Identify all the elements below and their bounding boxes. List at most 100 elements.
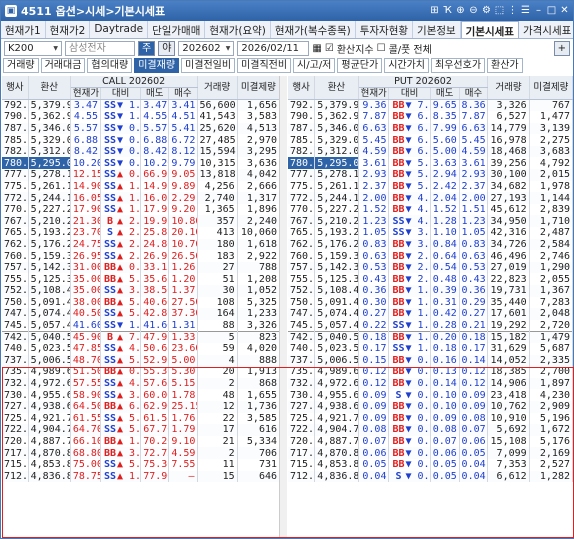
call-row[interactable]: 730.04,955.6658.90SS▲ 3.4060.001.78481,6… <box>2 389 281 401</box>
put-row[interactable]: 715.04,853.830.05BB▼ 0.340.050.047,3532,… <box>288 458 574 471</box>
call-row[interactable]: 787.55,346.005.57SS▼ 0.985.575.4125,6204… <box>2 122 281 135</box>
tab-3[interactable]: 단일가매매 <box>148 21 206 38</box>
call-row[interactable]: 772.55,244.1716.05SS▲ 1.2016.052.292,740… <box>2 192 281 204</box>
call-row[interactable]: 770.05,227.2017.90SS▲ 1.1017.959.201,365… <box>2 203 281 216</box>
put-row[interactable]: 782.55,312.064.59BB▼ 6.215.004.5918,4683… <box>288 145 574 158</box>
filter-button-3[interactable]: 미결재량 <box>134 58 180 73</box>
put-row[interactable]: 777.55,278.112.93BB▼ 5.502.942.9330,1002… <box>288 169 574 181</box>
put-row[interactable]: 775.05,261.142.37BB▼ 5.122.422.3734,6821… <box>288 180 574 193</box>
call-row[interactable]: 715.04,853.8375.00SS▲ 5.8075.307.5511731 <box>2 458 281 471</box>
put-row[interactable]: 720.04,887.770.07BB▼ 0.450.070.0615,1085… <box>288 435 574 448</box>
call-row[interactable]: 727.54,938.6864.50BB▲ 6.7062.9025.15121,… <box>2 400 281 413</box>
tab-4[interactable]: 현재가(요약) <box>205 21 271 38</box>
call-row[interactable]: 725.04,921.7161.55SS▲ 5.5561.551.76223,5… <box>2 412 281 425</box>
put-row[interactable]: 725.04,921.710.09BB▼ 0.550.090.0810,9105… <box>288 412 574 425</box>
index-checkbox[interactable]: ☑ <box>325 43 334 54</box>
call-scrollbar[interactable] <box>279 76 287 538</box>
call-row[interactable]: 745.05,057.4841.60SS▼ 1.1041.601.31883,3… <box>2 319 281 332</box>
put-row[interactable]: 732.54,972.630.12BB▼ 0.790.140.1214,9061… <box>288 377 574 390</box>
tab-1[interactable]: 현재가2 <box>46 21 91 38</box>
call-row[interactable]: 767.55,210.2321.30B▲ 2.7019.9510.803572,… <box>2 215 281 228</box>
call-row[interactable]: 717.54,870.8068.80BB▲ 3.4072.754.592706 <box>2 447 281 459</box>
put-row[interactable]: 730.04,955.660.09S▼ 0.700.100.0923,4184,… <box>288 389 574 401</box>
tab-8[interactable]: 기본시세표 <box>460 21 519 38</box>
window-button-5[interactable]: ⬚ <box>494 5 505 17</box>
put-row[interactable]: 757.55,142.340.53BB▼ 2.510.540.5327,0191… <box>288 261 574 274</box>
call-row[interactable]: 790.05,362.974.55SS▼ 1.254.554.5141,5433… <box>2 111 281 123</box>
tab-0[interactable]: 현재가1 <box>1 21 46 38</box>
window-button-10[interactable]: ✕ <box>559 5 570 17</box>
call-row[interactable]: 792.55,379.943.47SS▼ 1.423.473.4156,6001… <box>2 99 281 112</box>
filter-button-8[interactable]: 시간가치 <box>384 58 430 73</box>
filter-button-0[interactable]: 거래량 <box>3 58 39 73</box>
put-row[interactable]: 767.55,210.231.23SS▼ 4.031.281.2334,9501… <box>288 215 574 228</box>
call-row[interactable]: 785.05,329.036.88SS▼ 0.986.886.7227,4852… <box>2 134 281 146</box>
filter-button-6[interactable]: 시/고/저 <box>293 58 336 73</box>
put-row[interactable]: 722.54,904.740.08BB▼ 0.430.080.075,6921,… <box>288 424 574 436</box>
call-row[interactable]: 777.55,278.1112.15SS▲ 0.2566.959.0513,81… <box>2 169 281 181</box>
tab-2[interactable]: Daytrade <box>90 21 149 38</box>
put-row[interactable]: 790.05,362.977.87BB▼ 6.688.357.876,5271,… <box>288 111 574 123</box>
put-row[interactable]: 712.54,836.860.04S▼ 0.280.050.046,6121,2… <box>288 470 574 483</box>
filter-button-9[interactable]: 최우선호가 <box>431 58 486 73</box>
window-button-7[interactable]: ☰ <box>520 5 531 17</box>
call-row[interactable]: 782.55,312.068.42SS▼ 0.698.428.1215,5943… <box>2 145 281 158</box>
call-row[interactable]: 755.05,125.3735.00BB▲ 5.9035.651.20511,2… <box>2 273 281 285</box>
filter-button-2[interactable]: 협의대량 <box>87 58 133 73</box>
night-button[interactable]: 야 <box>158 40 176 56</box>
window-button-9[interactable]: □ <box>546 5 557 17</box>
put-row[interactable]: 772.55,244.172.00BB▼ 4.772.042.0027,1931… <box>288 192 574 204</box>
filter-button-1[interactable]: 거래대금 <box>40 58 86 73</box>
call-row[interactable]: 735.04,989.6051.50BB▲ 0.3055.305.30201,9… <box>2 366 281 378</box>
underlying-input[interactable]: 삼성전자 <box>65 40 135 56</box>
call-row[interactable]: 720.04,887.7766.10BB▲ 1.0070.209.10215,3… <box>2 435 281 448</box>
put-row[interactable]: 752.55,108.400.36BB▼ 1.970.390.3619,7311… <box>288 285 574 297</box>
window-button-0[interactable]: ⊞ <box>429 5 440 17</box>
put-row[interactable]: 745.05,057.480.22SS▼ 1.450.280.2119,2922… <box>288 319 574 332</box>
put-row[interactable]: 750.05,091.430.30BB▼ 1.880.310.2935,4407… <box>288 296 574 309</box>
call-row[interactable]: 750.05,091.4338.00BB▲ 5.0040.6027.501085… <box>2 296 281 309</box>
call-row[interactable]: 757.55,142.3431.00BB▲ 0.3033.151.2627788 <box>2 261 281 274</box>
put-row[interactable]: 717.54,870.800.06BB▼ 0.360.060.057,0992,… <box>288 447 574 459</box>
call-row[interactable]: 737.55,006.5748.70SS▲ 5.3052.955.004888 <box>2 354 281 367</box>
put-row[interactable]: 737.55,006.570.15BB▼ 0.980.160.1414,0522… <box>288 354 574 367</box>
put-row[interactable]: 787.55,346.006.63BB▼ 6.577.996.6314,7793… <box>288 122 574 135</box>
ratio-checkbox[interactable]: ☐ <box>377 43 386 54</box>
month-select[interactable]: 202602 <box>178 40 235 56</box>
tab-6[interactable]: 투자자현황 <box>356 21 414 38</box>
window-button-6[interactable]: ⋮ <box>507 5 518 17</box>
call-row[interactable]: 765.05,193.2623.70S▲ 2.0025.8520.1041310… <box>2 227 281 239</box>
tab-7[interactable]: 기본정보 <box>413 21 461 38</box>
put-row[interactable]: 765.05,193.261.05SS▼ 3.611.101.0542,3162… <box>288 227 574 239</box>
calendar-icon[interactable]: ▦ <box>312 43 321 54</box>
week-button[interactable]: 주 <box>138 40 156 56</box>
call-row[interactable]: 752.55,108.4035.00SS▲ 3.8538.501.37301,0… <box>2 285 281 297</box>
add-button[interactable]: + <box>553 40 570 56</box>
window-button-8[interactable]: – <box>533 5 544 17</box>
date-field[interactable]: 2026/02/11 <box>237 40 310 56</box>
call-row[interactable]: 712.54,836.8678.75SS▲ 1.2577.90–15646 <box>2 470 281 483</box>
put-row[interactable]: 747.55,074.460.27BB▼ 1.630.420.2717,6012… <box>288 308 574 320</box>
tab-5[interactable]: 현재가(복수종목) <box>271 21 356 38</box>
put-row[interactable]: 785.05,329.035.45BB▼ 6.705.605.4516,9782… <box>288 134 574 146</box>
filter-button-4[interactable]: 미결전일비 <box>181 58 236 73</box>
call-row[interactable]: 760.05,159.3126.95SS▲ 2.6526.9526.501832… <box>2 250 281 262</box>
tab-9[interactable]: 가격시세표 <box>519 21 573 38</box>
filter-button-10[interactable]: 환산가 <box>487 58 523 73</box>
filter-button-5[interactable]: 미결직전비 <box>237 58 292 73</box>
put-row[interactable]: 762.55,176.280.83BB▼ 3.210.840.8334,7262… <box>288 238 574 251</box>
put-row[interactable]: 740.05,023.540.17SS▼ 1.140.180.1731,6295… <box>288 342 574 355</box>
window-button-2[interactable]: ⊕ <box>455 5 466 17</box>
call-row[interactable]: 740.05,023.5447.85SS▲ 4.8550.6523.60594,… <box>2 342 281 355</box>
put-row[interactable]: 727.54,938.680.09BB▼ 0.590.100.0910,7622… <box>288 400 574 413</box>
filter-button-7[interactable]: 평균단가 <box>337 58 383 73</box>
put-row[interactable]: 760.05,159.310.63BB▼ 2.950.640.6346,4962… <box>288 250 574 262</box>
call-row[interactable]: 732.54,972.6357.55SS▲ 4.5057.655.152868 <box>2 377 281 390</box>
window-button-3[interactable]: ⊖ <box>468 5 479 17</box>
put-row[interactable]: 735.04,989.600.12BB▼ 0.910.130.1218,3852… <box>288 366 574 378</box>
window-button-4[interactable]: ⚙ <box>481 5 492 17</box>
put-row[interactable]: 780.05,295.083.61BB▼ 5.663.633.6139,2564… <box>288 157 574 170</box>
put-row[interactable]: 742.55,040.510.18BB▼ 1.320.200.1815,1821… <box>288 330 574 343</box>
put-row[interactable]: 755.05,125.370.43BB▼ 2.170.480.4322,8232… <box>288 273 574 285</box>
market-select[interactable]: K200 <box>4 40 62 56</box>
